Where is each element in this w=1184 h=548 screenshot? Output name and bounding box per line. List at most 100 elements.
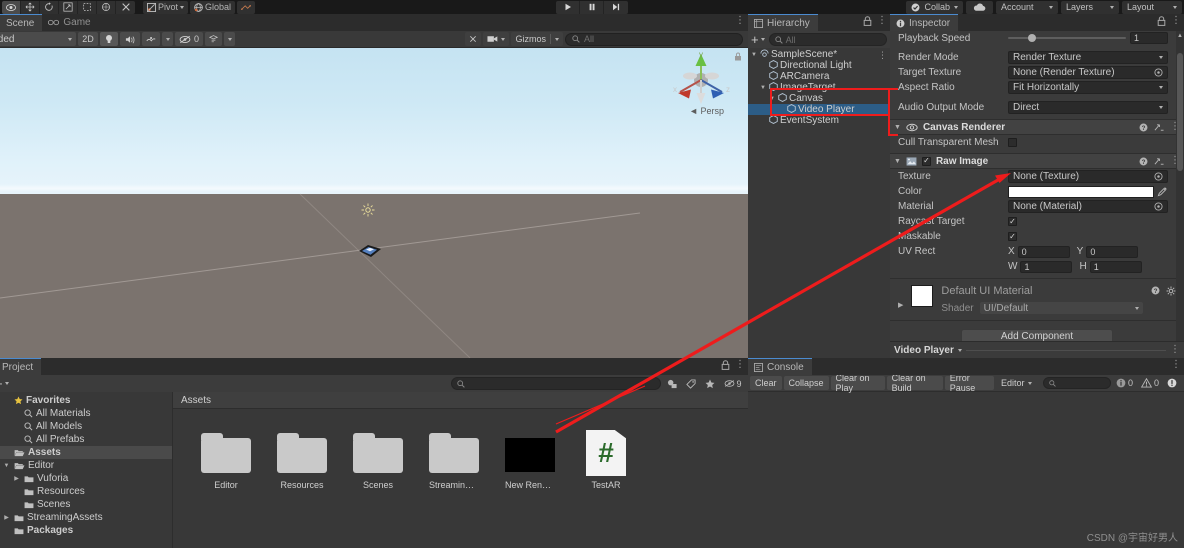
aspect-ratio-dropdown[interactable]: Fit Horizontally: [1008, 81, 1168, 94]
audio-output-dropdown[interactable]: Direct: [1008, 101, 1168, 114]
asset-item[interactable]: Scenes: [353, 433, 403, 490]
chevron-down-icon[interactable]: [68, 37, 72, 41]
chevron-down-icon[interactable]: [1028, 381, 1033, 385]
project-tree-item[interactable]: Scenes: [0, 498, 172, 511]
console-info-count[interactable]: 0: [1113, 378, 1136, 388]
console-clear-button[interactable]: Clear: [750, 376, 782, 390]
custom-tool-button[interactable]: [116, 0, 135, 14]
project-tree-item[interactable]: All Models: [0, 420, 172, 433]
cloud-button[interactable]: [966, 0, 993, 14]
foldout-arrow-icon[interactable]: ▶: [12, 475, 21, 482]
hierarchy-item[interactable]: ▼ Canvas: [748, 92, 890, 104]
playback-speed-slider[interactable]: 1: [1008, 32, 1168, 44]
project-tree-item[interactable]: All Materials: [0, 407, 172, 420]
texture-row[interactable]: Texture None (Texture): [890, 169, 1184, 184]
uv-x-input[interactable]: 0: [1017, 245, 1070, 258]
chevron-down-icon[interactable]: [180, 5, 185, 9]
project-favorites-button[interactable]: [702, 376, 718, 391]
chevron-down-icon[interactable]: [1049, 5, 1053, 9]
pause-button[interactable]: [580, 0, 604, 14]
scene-camera-button[interactable]: [483, 32, 510, 46]
persp-label[interactable]: ◄ Persp: [689, 106, 724, 116]
console-collapse-button[interactable]: Collapse: [783, 376, 829, 390]
console-error-count[interactable]: [1164, 378, 1182, 388]
playback-speed-value[interactable]: 1: [1130, 32, 1168, 44]
project-asset-browser[interactable]: Assets Editor Resources Scenes StreamingAss…: [172, 392, 748, 548]
lock-icon[interactable]: [1157, 16, 1166, 26]
foldout-arrow-icon[interactable]: ▼: [768, 96, 776, 102]
shader-dropdown[interactable]: UI/Default: [979, 302, 1143, 314]
scene-hidden-objects-button[interactable]: 0: [175, 32, 204, 46]
cull-transparent-mesh-row[interactable]: Cull Transparent Mesh: [890, 135, 1184, 150]
chevron-down-icon[interactable]: [555, 37, 559, 41]
kebab-icon[interactable]: ⋮: [1171, 360, 1181, 370]
scale-tool-button[interactable]: [59, 0, 78, 14]
move-tool-button[interactable]: [21, 0, 40, 14]
kebab-icon[interactable]: ⋮: [735, 16, 745, 26]
tab-project[interactable]: Project: [0, 358, 42, 375]
console-editor-dropdown[interactable]: Editor: [995, 376, 1038, 390]
gizmo-lock-icon[interactable]: [734, 52, 742, 61]
asset-item[interactable]: Resources: [277, 433, 327, 490]
toggle-2d-button[interactable]: 2D: [78, 32, 98, 46]
project-breadcrumb[interactable]: Assets: [173, 392, 748, 409]
canvas-renderer-header[interactable]: ▼ Canvas Renderer ? ⋮: [890, 119, 1184, 135]
hierarchy-add-button[interactable]: +: [751, 33, 765, 46]
grid-snap-button[interactable]: [237, 0, 256, 14]
tab-game[interactable]: Game: [42, 14, 99, 31]
help-icon[interactable]: ?: [1139, 157, 1148, 166]
aspect-ratio-row[interactable]: Aspect Ratio Fit Horizontally: [890, 80, 1184, 95]
scene-audio-button[interactable]: [120, 32, 140, 46]
tab-inspector[interactable]: Inspector: [890, 14, 959, 31]
object-picker-icon[interactable]: [1154, 68, 1163, 77]
hand-tool-button[interactable]: [2, 0, 21, 14]
lock-icon[interactable]: [721, 360, 730, 370]
cull-transparent-mesh-checkbox[interactable]: [1008, 138, 1017, 147]
material-row[interactable]: Material None (Material): [890, 199, 1184, 214]
scene-visibility-dropdown[interactable]: [224, 32, 236, 46]
hierarchy-item[interactable]: EventSystem: [748, 114, 890, 126]
project-tree-item[interactable]: Favorites: [0, 394, 172, 407]
help-icon[interactable]: ?: [1139, 123, 1148, 132]
scene-fx-dropdown[interactable]: [162, 32, 173, 46]
scene-tools-button[interactable]: [465, 32, 482, 46]
color-swatch[interactable]: [1008, 185, 1154, 198]
hierarchy-search-input[interactable]: All: [768, 33, 887, 46]
hierarchy-item[interactable]: Video Player: [748, 103, 890, 115]
scene-fx-button[interactable]: [142, 32, 160, 46]
foldout-arrow-icon[interactable]: ▶: [898, 301, 903, 309]
uv-y-input[interactable]: 0: [1086, 245, 1139, 258]
layout-dropdown[interactable]: Layout: [1122, 0, 1182, 14]
hierarchy-item[interactable]: ▼ ImageTarget: [748, 81, 890, 93]
inspector-content[interactable]: Playback Speed 1 Render Mode Render Text…: [890, 31, 1184, 358]
foldout-arrow-icon[interactable]: ▼: [750, 52, 758, 58]
videoplayer-gizmo[interactable]: [357, 242, 383, 260]
scene-viewport[interactable]: y x z ◄ Persp: [0, 48, 748, 358]
render-mode-dropdown[interactable]: Render Texture: [1008, 51, 1168, 64]
color-row[interactable]: Color: [890, 184, 1184, 199]
chevron-down-icon[interactable]: [957, 348, 962, 352]
preset-icon[interactable]: [1154, 157, 1164, 166]
tab-console[interactable]: Console: [748, 358, 812, 375]
chevron-down-icon[interactable]: [1159, 86, 1163, 89]
project-tree-item[interactable]: Resources: [0, 485, 172, 498]
chevron-down-icon[interactable]: [1110, 5, 1114, 9]
material-field[interactable]: None (Material): [1008, 200, 1168, 213]
raw-image-enabled-checkbox[interactable]: ✓: [921, 156, 931, 166]
lock-icon[interactable]: [863, 16, 872, 26]
collab-dropdown[interactable]: Collab: [906, 0, 963, 14]
kebab-icon[interactable]: ⋮: [877, 16, 887, 26]
scene-tab-menu[interactable]: ⋮: [735, 16, 745, 26]
transform-tool-button[interactable]: [97, 0, 116, 14]
foldout-arrow-icon[interactable]: ▼: [894, 124, 901, 131]
project-search-input[interactable]: [451, 377, 661, 390]
help-icon[interactable]: ?: [1151, 286, 1160, 295]
console-clear-on-build-button[interactable]: Clear on Build: [886, 373, 943, 393]
kebab-icon[interactable]: ⋮: [1171, 16, 1181, 26]
object-picker-icon[interactable]: [1154, 172, 1163, 181]
project-tree[interactable]: Favorites All Materials All Models All Pref…: [0, 392, 172, 548]
project-filter-label-button[interactable]: [683, 376, 699, 391]
project-tree-item[interactable]: ▼ Editor: [0, 459, 172, 472]
scroll-up-arrow-icon[interactable]: ▲: [1176, 32, 1184, 40]
hierarchy-item[interactable]: ARCamera: [748, 70, 890, 82]
